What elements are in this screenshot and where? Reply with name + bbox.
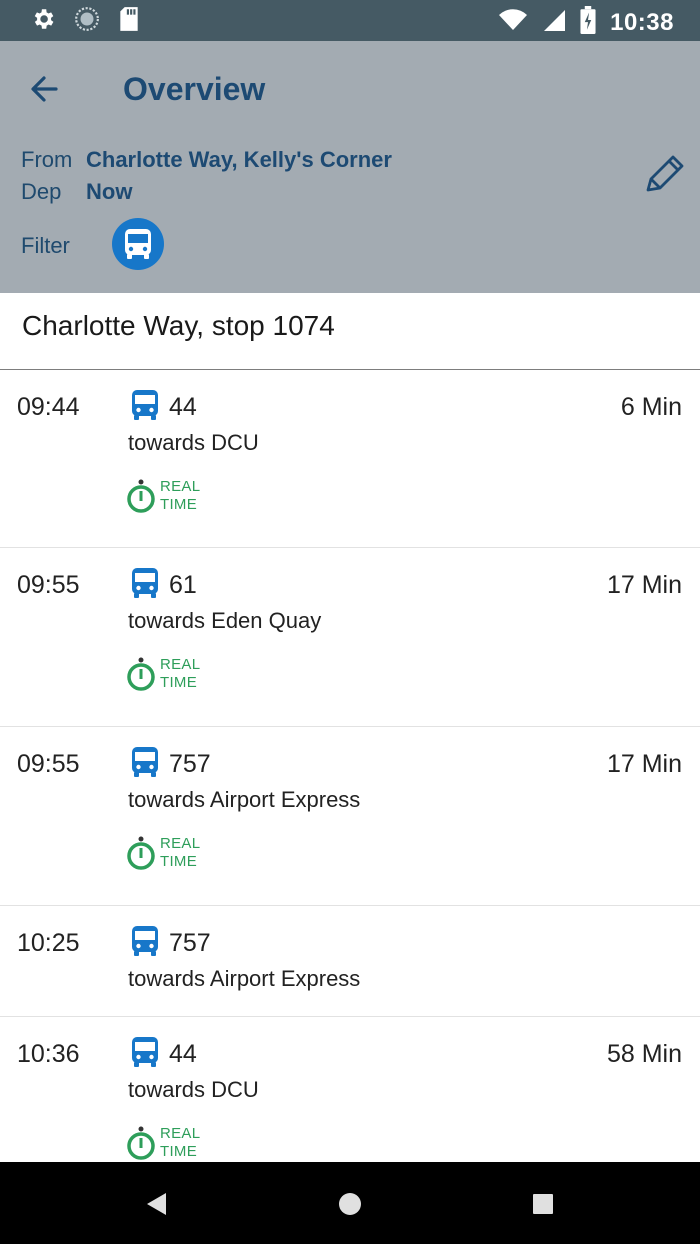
nav-recents-button[interactable]: [523, 1184, 563, 1224]
realtime-badge: REAL TIME: [126, 656, 200, 692]
sd-card-icon: [118, 6, 140, 37]
bus-filter-button[interactable]: [112, 218, 164, 270]
from-label: From: [21, 147, 73, 172]
arrow-left-icon: [31, 76, 58, 102]
signal-icon: [542, 7, 566, 38]
realtime-label: TIME: [160, 674, 198, 691]
stopwatch-icon: [127, 657, 155, 691]
battery-icon: [580, 6, 596, 39]
minutes-until: 17 Min: [606, 750, 682, 778]
route-number: 757: [169, 750, 211, 778]
back-button[interactable]: [24, 69, 68, 109]
bus-icon: [132, 568, 158, 598]
realtime-label: TIME: [160, 496, 198, 513]
realtime-label: REAL: [160, 835, 201, 852]
bus-icon: [132, 926, 158, 956]
wifi-icon: [498, 7, 528, 38]
departure-row[interactable]: 09:55 61 towards Eden Quay 17 Min REAL TI…: [0, 548, 700, 727]
stopwatch-icon: [127, 1126, 155, 1160]
minutes-until: 58 Min: [606, 1040, 682, 1068]
departure-row[interactable]: 10:25 757 towards Airport Express: [0, 906, 700, 1017]
departures-list: 09:44 44 towards DCU 6 Min REAL TIME 09:5…: [0, 370, 700, 1177]
realtime-label: REAL: [160, 1125, 201, 1142]
bus-icon: [132, 390, 158, 420]
filter-label: Filter: [21, 233, 70, 258]
route-destination: towards DCU: [128, 1077, 259, 1102]
stop-title: Charlotte Way, stop 1074: [22, 310, 335, 341]
page-title: Overview: [123, 71, 266, 107]
route-number: 44: [169, 393, 197, 421]
route-destination: towards Airport Express: [128, 787, 361, 812]
realtime-badge: REAL TIME: [126, 835, 200, 871]
square-recents-icon: [533, 1194, 553, 1214]
stopwatch-icon: [127, 836, 155, 870]
realtime-label: REAL: [160, 656, 201, 673]
gear-icon: [30, 6, 56, 37]
departure-time: 09:55: [17, 750, 80, 778]
minutes-until: 17 Min: [606, 571, 682, 599]
realtime-label: TIME: [160, 853, 198, 870]
dep-label: Dep: [21, 179, 62, 204]
realtime-badge: REAL TIME: [126, 478, 200, 514]
pencil-icon: [646, 155, 684, 192]
bus-icon: [132, 1037, 158, 1067]
route-destination: towards Eden Quay: [128, 608, 322, 633]
triangle-back-icon: [147, 1193, 166, 1215]
departure-time: 10:25: [17, 929, 80, 957]
departure-row[interactable]: 10:36 44 towards DCU 58 Min REAL TIME: [0, 1017, 700, 1177]
minutes-until: 6 Min: [620, 393, 682, 421]
stopwatch-icon: [127, 479, 155, 513]
edit-button[interactable]: [640, 149, 690, 199]
route-destination: towards Airport Express: [128, 966, 361, 991]
sync-icon: [74, 6, 100, 37]
route-number: 61: [169, 571, 197, 599]
departure-time: 09:55: [17, 571, 80, 599]
trip-header: Overview From Charlotte Way, Kelly's Cor…: [0, 41, 700, 293]
route-destination: towards DCU: [128, 430, 259, 455]
dep-value[interactable]: Now: [86, 179, 132, 205]
circle-home-icon: [339, 1193, 361, 1215]
route-number: 44: [169, 1040, 197, 1068]
system-nav-bar: [0, 1162, 700, 1244]
departure-row[interactable]: 09:44 44 towards DCU 6 Min REAL TIME: [0, 370, 700, 548]
realtime-label: TIME: [160, 1143, 198, 1160]
from-value[interactable]: Charlotte Way, Kelly's Corner: [86, 147, 392, 173]
departure-row[interactable]: 09:55 757 towards Airport Express 17 Min…: [0, 727, 700, 906]
departure-time: 09:44: [17, 393, 80, 421]
realtime-badge: REAL TIME: [126, 1125, 200, 1161]
status-time: 10:38: [610, 8, 674, 36]
realtime-label: REAL: [160, 478, 201, 495]
bus-icon: [125, 229, 151, 259]
bus-icon: [132, 747, 158, 777]
nav-back-button[interactable]: [136, 1184, 176, 1224]
route-number: 757: [169, 929, 211, 957]
nav-home-button[interactable]: [330, 1184, 370, 1224]
status-bar: 10:38: [0, 0, 700, 41]
departure-time: 10:36: [17, 1040, 80, 1068]
